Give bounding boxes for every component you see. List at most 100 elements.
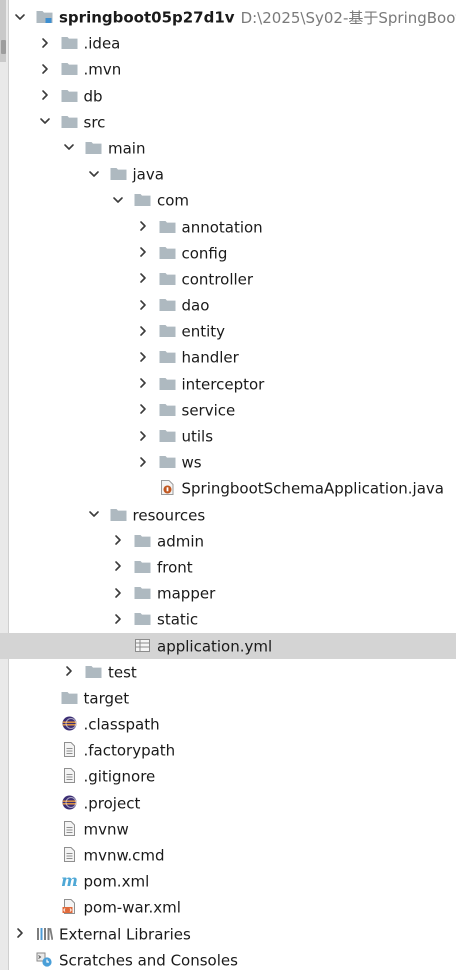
chevron-down-icon[interactable] — [112, 194, 124, 206]
tree-row[interactable]: static — [0, 606, 456, 632]
tree-row[interactable]: dao — [0, 292, 456, 318]
tree-row[interactable]: mvnw — [0, 816, 456, 842]
tree-row[interactable]: test — [0, 659, 456, 685]
tree-item-label: pom.xml — [83, 872, 150, 891]
tree-row[interactable]: target — [0, 685, 456, 711]
folder-icon — [110, 166, 127, 181]
tree-row[interactable]: Scratches and Consoles — [0, 947, 456, 973]
chevron-right-icon[interactable] — [39, 63, 51, 75]
tree-row[interactable]: .idea — [0, 30, 456, 56]
eclipse-file-icon — [61, 716, 78, 731]
java-class-icon — [159, 480, 176, 496]
tree-item-label: External Libraries — [59, 925, 191, 944]
chevron-right-icon[interactable] — [112, 587, 124, 599]
tree-item-label: db — [83, 87, 103, 106]
chevron-right-icon[interactable] — [137, 272, 149, 284]
svg-text:m: m — [61, 873, 78, 888]
tree-item-label: .mvn — [83, 60, 122, 79]
tree-row[interactable]: .gitignore — [0, 763, 456, 789]
tree-row[interactable]: controller — [0, 266, 456, 292]
tree-row[interactable]: .mvn — [0, 56, 456, 82]
tree-row[interactable]: External Libraries — [0, 921, 456, 947]
tree-row[interactable]: .project — [0, 790, 456, 816]
tree-row[interactable]: main — [0, 135, 456, 161]
tree-item-label: springboot05p27d1v — [59, 8, 235, 27]
chevron-right-icon[interactable] — [137, 403, 149, 415]
chevron-down-icon[interactable] — [14, 11, 26, 23]
tree-row[interactable]: service — [0, 397, 456, 423]
tree-row[interactable]: springboot05p27d1v D:\2025\Sy02-基于SpringB… — [0, 4, 456, 30]
tree-row[interactable]: interceptor — [0, 371, 456, 397]
chevron-down-icon[interactable] — [39, 115, 51, 127]
tree-row[interactable]: resources — [0, 502, 456, 528]
xml-file-icon — [61, 899, 78, 915]
chevron-right-icon[interactable] — [137, 220, 149, 232]
tree-item-label: src — [83, 113, 106, 132]
tree-row[interactable]: com — [0, 187, 456, 213]
folder-icon — [159, 428, 176, 443]
tree-row[interactable]: mvnw.cmd — [0, 842, 456, 868]
chevron-right-icon[interactable] — [112, 560, 124, 572]
text-file-icon — [61, 820, 78, 836]
tree-row[interactable]: pom-war.xml — [0, 894, 456, 920]
text-file-icon — [61, 742, 78, 758]
chevron-down-icon[interactable] — [88, 168, 100, 180]
tree-row[interactable]: ws — [0, 449, 456, 475]
maven-icon: m — [61, 873, 78, 888]
tree-row[interactable]: annotation — [0, 214, 456, 240]
tree-row[interactable]: front — [0, 554, 456, 580]
tree-item-label: .gitignore — [83, 767, 156, 786]
tree-row[interactable]: m pom.xml — [0, 868, 456, 894]
chevron-right-icon[interactable] — [137, 246, 149, 258]
tree-row-selected[interactable]: application.yml — [0, 632, 456, 659]
text-file-icon — [61, 768, 78, 784]
chevron-right-icon[interactable] — [39, 89, 51, 101]
tree-row[interactable]: utils — [0, 423, 456, 449]
tree-item-label: utils — [181, 427, 214, 446]
folder-icon — [134, 559, 151, 574]
folder-icon — [159, 454, 176, 469]
tree-row[interactable]: .classpath — [0, 711, 456, 737]
tree-row[interactable]: admin — [0, 528, 456, 554]
tree-item-label: main — [108, 139, 146, 158]
tree-row[interactable]: .factorypath — [0, 737, 456, 763]
chevron-right-icon[interactable] — [14, 927, 26, 939]
tree-row[interactable]: entity — [0, 318, 456, 344]
chevron-right-icon[interactable] — [137, 351, 149, 363]
folder-icon — [134, 533, 151, 548]
chevron-down-icon[interactable] — [63, 141, 75, 153]
tree-row[interactable]: SpringbootSchemaApplication.java — [0, 475, 456, 501]
chevron-down-icon[interactable] — [88, 508, 100, 520]
tree-row[interactable]: mapper — [0, 580, 456, 606]
chevron-right-icon[interactable] — [137, 299, 149, 311]
tree-item-label: config — [181, 244, 228, 263]
chevron-right-icon[interactable] — [137, 456, 149, 468]
chevron-right-icon[interactable] — [63, 665, 75, 677]
chevron-right-icon[interactable] — [112, 613, 124, 625]
tree-item-label: controller — [181, 270, 254, 289]
tree-row[interactable]: db — [0, 83, 456, 109]
tree-row[interactable]: handler — [0, 344, 456, 370]
tree-row[interactable]: src — [0, 109, 456, 135]
chevron-right-icon[interactable] — [39, 37, 51, 49]
chevron-right-icon[interactable] — [137, 325, 149, 337]
folder-icon — [61, 690, 78, 705]
tree-row[interactable]: java — [0, 161, 456, 187]
chevron-right-icon[interactable] — [112, 534, 124, 546]
chevron-right-icon[interactable] — [137, 377, 149, 389]
chevron-right-icon[interactable] — [137, 430, 149, 442]
tree-row[interactable]: config — [0, 240, 456, 266]
